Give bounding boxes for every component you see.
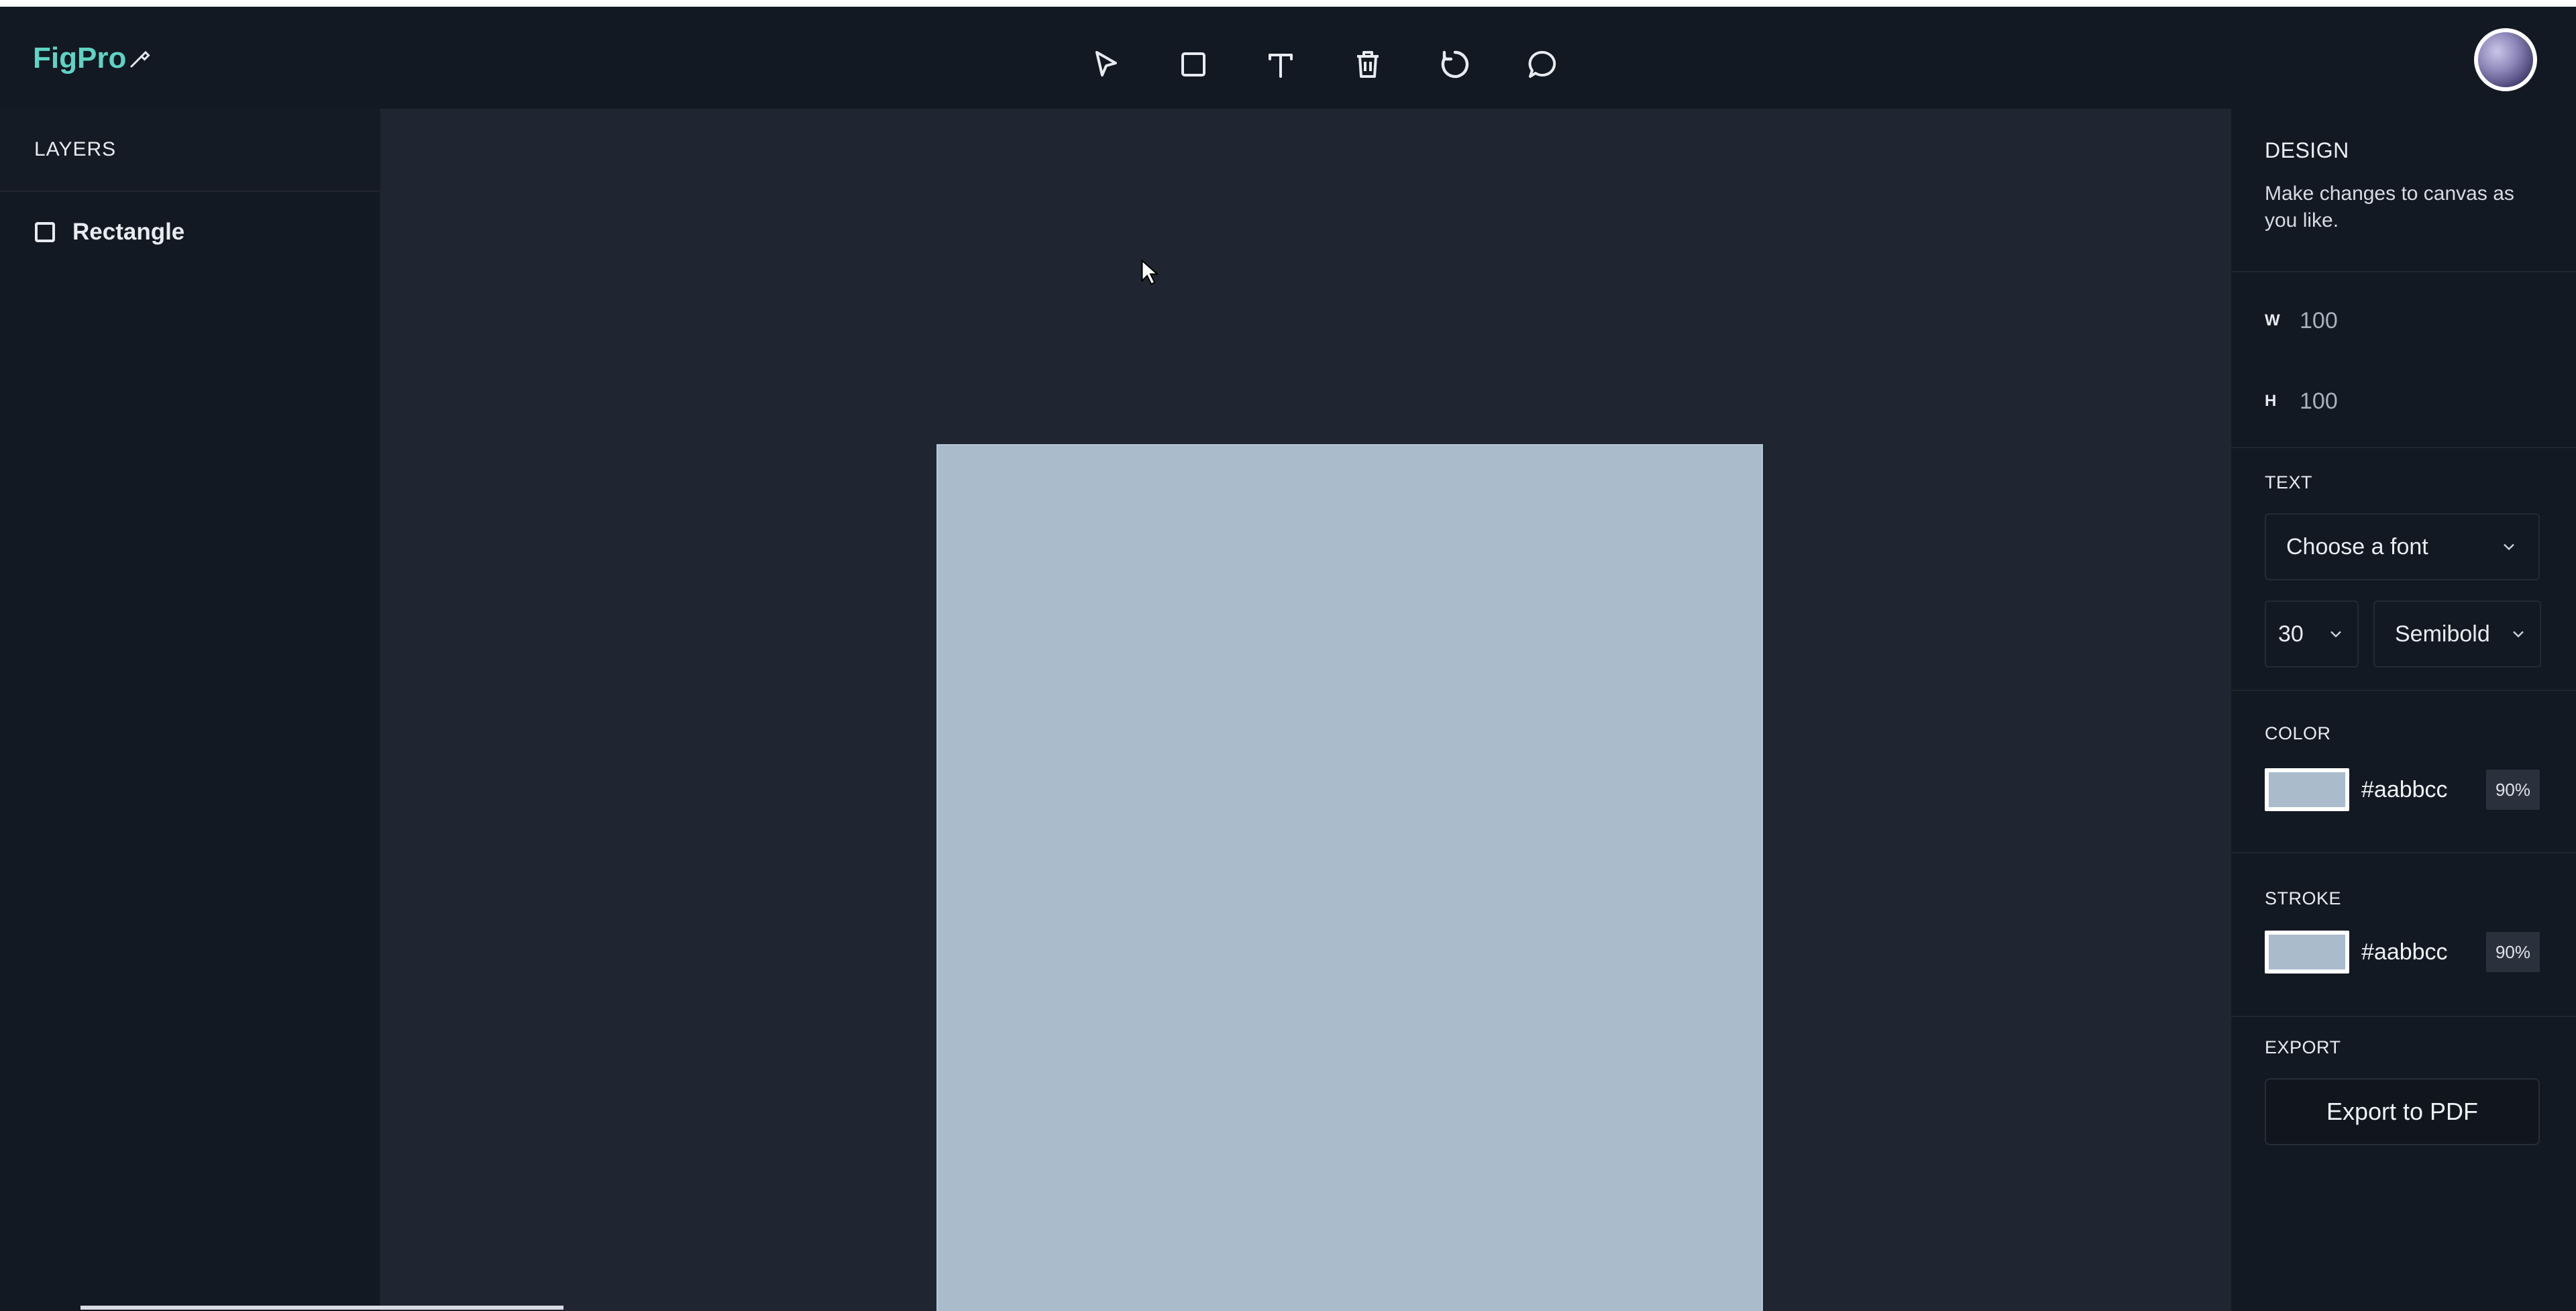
height-input[interactable]: 100 (2300, 388, 2338, 415)
design-panel: DESIGN Make changes to canvas as you lik… (2231, 109, 2576, 1311)
horizontal-scrollbar[interactable] (80, 1306, 564, 1310)
layers-title: LAYERS (0, 109, 380, 192)
export-title: EXPORT (2265, 1037, 2341, 1057)
cursor-arrow-icon (1095, 51, 1117, 76)
stroke-title: STROKE (2265, 888, 2342, 908)
delete-tool-button[interactable] (1324, 42, 1411, 87)
select-tool-button[interactable] (1063, 42, 1150, 87)
font-family-select[interactable]: Choose a font (2265, 513, 2540, 580)
dimensions-section: W 100 H 100 (2231, 272, 2576, 448)
reset-tool-button[interactable] (1411, 42, 1499, 87)
text-section: TEXT Choose a font 30 Semibold (2231, 448, 2576, 691)
chevron-down-icon (2513, 631, 2524, 638)
width-row: W 100 (2265, 280, 2576, 361)
layer-item-rectangle[interactable]: Rectangle (0, 192, 380, 272)
square-outline-icon (35, 222, 55, 242)
layers-panel: LAYERS Rectangle (0, 109, 381, 1311)
tool-group (1063, 42, 1586, 87)
pen-nib-icon (130, 50, 150, 68)
stroke-opacity-input[interactable]: 90% (2486, 932, 2540, 972)
color-hex-input[interactable]: #aabbcc (2361, 777, 2486, 803)
chevron-down-icon (2330, 631, 2341, 638)
height-label: H (2265, 392, 2277, 410)
app-window: FigPro LAYERS Rectangle DESIGN Make chan… (0, 7, 2576, 1311)
chat-bubble-icon (1528, 50, 1556, 78)
color-swatch[interactable] (2265, 768, 2349, 811)
width-input[interactable]: 100 (2300, 308, 2338, 334)
font-size-value: 30 (2278, 621, 2304, 647)
font-size-select[interactable]: 30 (2265, 600, 2359, 668)
canvas-rectangle[interactable] (936, 444, 1763, 1311)
user-avatar[interactable] (2474, 28, 2537, 91)
color-title: COLOR (2265, 723, 2331, 743)
color-opacity-input[interactable]: 90% (2486, 770, 2540, 810)
font-options-row: 30 Semibold (2265, 600, 2576, 668)
width-label: W (2265, 311, 2280, 329)
stroke-hex-input[interactable]: #aabbcc (2361, 939, 2486, 965)
design-description: Make changes to canvas as you like. (2265, 182, 2514, 231)
export-section: EXPORT Export to PDF (2231, 1017, 2576, 1145)
export-pdf-button[interactable]: Export to PDF (2265, 1078, 2540, 1145)
height-row: H 100 (2265, 361, 2576, 441)
font-weight-select[interactable]: Semibold (2373, 600, 2541, 668)
design-title: DESIGN (2265, 138, 2349, 162)
text-t-icon (1269, 54, 1293, 78)
mouse-pointer-icon (1141, 259, 1159, 285)
rotate-icon (1441, 50, 1469, 78)
text-tool-button[interactable] (1237, 42, 1324, 87)
stroke-section: STROKE #aabbcc 90% (2231, 853, 2576, 1017)
logo-text: FigPro (33, 42, 127, 74)
square-icon (1181, 52, 1205, 76)
design-canvas[interactable] (381, 109, 2231, 1311)
font-family-value: Choose a font (2286, 533, 2428, 560)
trash-icon (1357, 51, 1379, 78)
rectangle-tool-button[interactable] (1150, 42, 1237, 87)
top-toolbar: FigPro (0, 7, 2576, 109)
text-title: TEXT (2265, 472, 2313, 492)
app-logo[interactable]: FigPro (33, 42, 152, 75)
chevron-down-icon (2504, 543, 2514, 551)
layer-item-label: Rectangle (72, 219, 185, 245)
stroke-swatch[interactable] (2265, 931, 2349, 974)
comment-tool-button[interactable] (1499, 42, 1586, 87)
stroke-row: #aabbcc 90% (2265, 929, 2576, 975)
color-section: COLOR #aabbcc 90% (2231, 691, 2576, 853)
color-row: #aabbcc 90% (2265, 767, 2576, 812)
font-weight-value: Semibold (2395, 621, 2490, 647)
design-header: DESIGN Make changes to canvas as you lik… (2231, 109, 2576, 272)
